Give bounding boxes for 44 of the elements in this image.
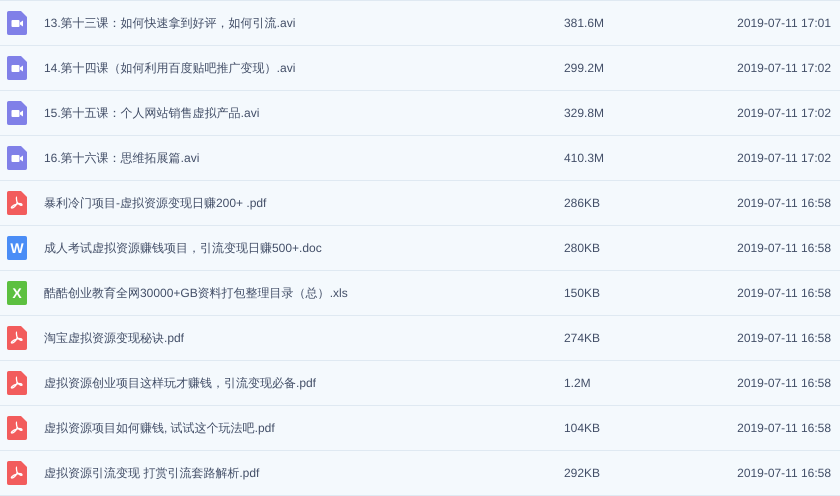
pdf-file-icon bbox=[7, 326, 27, 350]
modified-date: 2019-07-11 16:58 bbox=[737, 195, 831, 212]
modified-date: 2019-07-11 17:02 bbox=[737, 60, 831, 77]
modified-date: 2019-07-11 16:58 bbox=[737, 240, 831, 257]
file-size: 1.2M bbox=[564, 375, 592, 392]
modified-date: 2019-07-11 16:58 bbox=[737, 465, 831, 482]
video-file-icon bbox=[7, 101, 27, 125]
modified-date: 2019-07-11 17:02 bbox=[737, 105, 831, 122]
modified-date: 2019-07-11 16:58 bbox=[737, 330, 831, 347]
file-name[interactable]: 酷酷创业教育全网30000+GB资料打包整理目录（总）.xls bbox=[44, 284, 564, 302]
file-size: 410.3M bbox=[564, 150, 606, 167]
video-file-icon bbox=[7, 56, 27, 80]
file-size: 150KB bbox=[564, 285, 602, 302]
file-name[interactable]: 14.第十四课（如何利用百度贴吧推广变现）.avi bbox=[44, 59, 564, 77]
video-file-icon bbox=[7, 146, 27, 170]
modified-date: 2019-07-11 17:02 bbox=[737, 150, 831, 167]
excel-file-icon: X bbox=[7, 281, 27, 305]
file-name[interactable]: 成人考试虚拟资源赚钱项目，引流变现日赚500+.doc bbox=[44, 239, 564, 257]
pdf-file-icon bbox=[7, 371, 27, 395]
file-name[interactable]: 淘宝虚拟资源变现秘诀.pdf bbox=[44, 329, 564, 347]
file-name[interactable]: 16.第十六课：思维拓展篇.avi bbox=[44, 149, 564, 167]
file-size: 104KB bbox=[564, 420, 602, 437]
file-size: 274KB bbox=[564, 330, 602, 347]
file-name[interactable]: 虚拟资源引流变现 打赏引流套路解析.pdf bbox=[44, 464, 564, 482]
file-name[interactable]: 15.第十五课：个人网站销售虚拟产品.avi bbox=[44, 104, 564, 122]
pdf-file-icon bbox=[7, 191, 27, 215]
file-size: 299.2M bbox=[564, 60, 606, 77]
file-size: 280KB bbox=[564, 240, 602, 257]
file-name[interactable]: 虚拟资源项目如何赚钱, 试试这个玩法吧.pdf bbox=[44, 419, 564, 437]
file-name[interactable]: 暴利冷门项目-虚拟资源变现日赚200+ .pdf bbox=[44, 194, 564, 212]
video-file-icon bbox=[7, 11, 27, 35]
file-name[interactable]: 13.第十三课：如何快速拿到好评，如何引流.avi bbox=[44, 14, 564, 32]
file-size: 292KB bbox=[564, 465, 602, 482]
modified-date: 2019-07-11 16:58 bbox=[737, 285, 831, 302]
pdf-file-icon bbox=[7, 461, 27, 485]
file-size: 286KB bbox=[564, 195, 602, 212]
modified-date: 2019-07-11 16:58 bbox=[737, 375, 831, 392]
file-size: 329.8M bbox=[564, 105, 606, 122]
pdf-file-icon bbox=[7, 416, 27, 440]
file-size: 381.6M bbox=[564, 15, 606, 32]
file-name[interactable]: 虚拟资源创业项目这样玩才赚钱，引流变现必备.pdf bbox=[44, 374, 564, 392]
word-file-icon: W bbox=[7, 236, 27, 260]
modified-date: 2019-07-11 17:01 bbox=[737, 15, 831, 32]
modified-date: 2019-07-11 16:58 bbox=[737, 420, 831, 437]
